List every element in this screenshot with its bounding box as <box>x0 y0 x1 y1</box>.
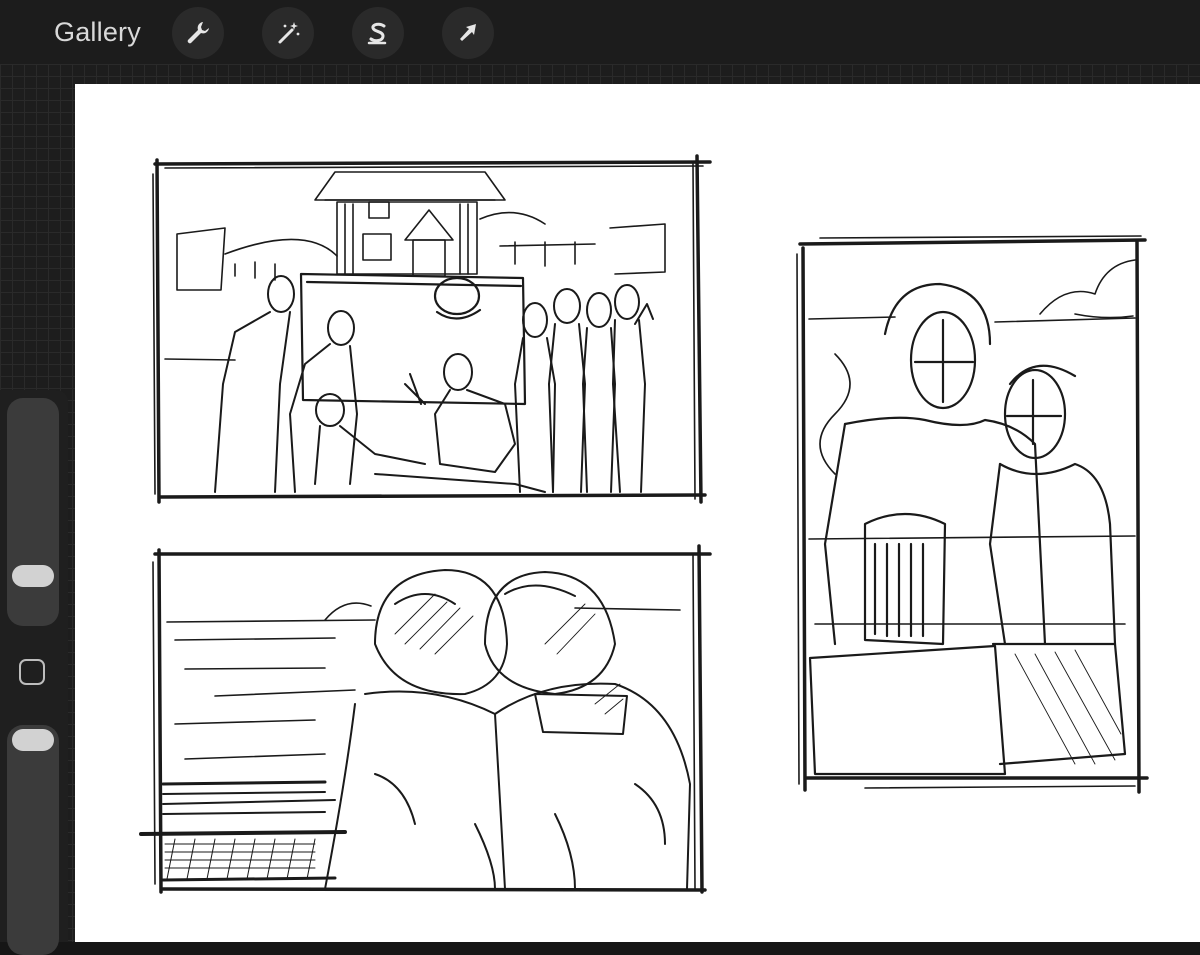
arrow-cursor-icon <box>460 24 476 41</box>
panel-2-figures <box>324 569 691 890</box>
panel-1-buildings <box>164 171 666 361</box>
adjustments-button[interactable] <box>262 7 314 59</box>
magic-wand-icon <box>278 22 300 44</box>
top-toolbar: Gallery <box>0 0 1200 64</box>
panel-3-figures <box>808 282 1127 776</box>
panel-3-frame <box>798 238 1149 794</box>
brush-size-slider[interactable] <box>7 398 59 626</box>
panel-2-frame <box>153 544 712 894</box>
opacity-thumb[interactable] <box>12 729 54 751</box>
selection-button[interactable] <box>352 7 404 59</box>
selection-s-icon <box>367 22 387 45</box>
brush-size-thumb[interactable] <box>12 565 54 587</box>
left-sidebar <box>0 390 68 955</box>
panel-1-figures <box>214 275 654 493</box>
panel-2-railing <box>139 780 347 882</box>
modify-button[interactable] <box>19 659 45 685</box>
storyboard-sketch <box>139 154 1149 894</box>
panel-2-sea <box>166 602 681 760</box>
actions-button[interactable] <box>172 7 224 59</box>
wrench-icon <box>187 22 209 44</box>
opacity-slider[interactable] <box>7 725 59 955</box>
gallery-button[interactable]: Gallery <box>54 14 141 50</box>
drawing-canvas[interactable] <box>75 84 1200 942</box>
panel-3-background <box>808 259 1136 625</box>
transform-button[interactable] <box>442 7 494 59</box>
